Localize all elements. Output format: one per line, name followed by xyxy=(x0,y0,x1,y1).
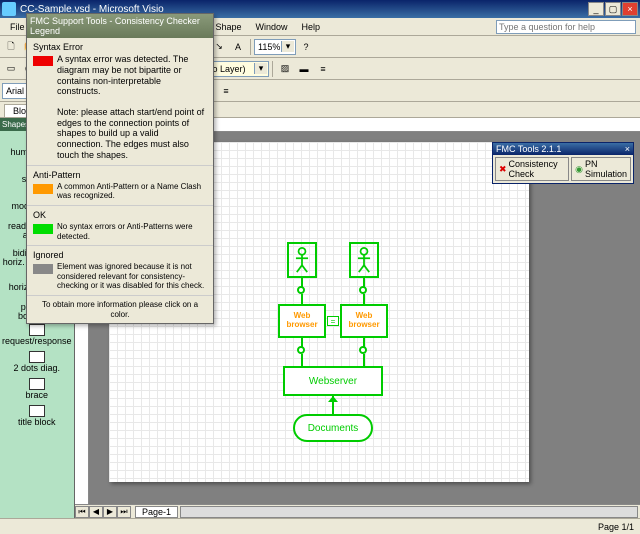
connector-dot[interactable] xyxy=(297,346,305,354)
antipattern-swatch[interactable] xyxy=(33,184,53,194)
actor-right[interactable] xyxy=(349,242,379,278)
minimize-button[interactable]: _ xyxy=(588,2,604,16)
syntax-error-swatch[interactable] xyxy=(33,56,53,66)
status-bar: Page 1/1 xyxy=(0,518,640,534)
connector[interactable] xyxy=(363,294,365,304)
connector[interactable] xyxy=(301,354,303,366)
line-weight[interactable]: ≡ xyxy=(314,60,332,78)
web-browser-left[interactable]: Web browser xyxy=(278,304,326,338)
menu-shape[interactable]: Shape xyxy=(209,21,247,33)
stencil-shape[interactable]: 2 dots diag. xyxy=(2,349,72,375)
documents-box[interactable]: Documents xyxy=(293,414,373,442)
arrow-up-icon xyxy=(328,396,338,402)
consistency-check-button[interactable]: ✖Consistency Check xyxy=(495,157,569,181)
menu-help[interactable]: Help xyxy=(295,21,326,33)
connector[interactable] xyxy=(301,294,303,304)
fmc-tools-close[interactable]: × xyxy=(625,144,630,154)
close-button[interactable]: × xyxy=(622,2,638,16)
new-button[interactable]: 🗋 xyxy=(2,38,20,56)
ok-swatch[interactable] xyxy=(33,224,53,234)
page-indicator: Page 1/1 xyxy=(598,522,634,532)
stencil-shape[interactable]: title block xyxy=(2,403,72,429)
equals-connector[interactable]: = xyxy=(327,316,339,326)
legend-footer: To obtain more information please click … xyxy=(33,300,207,319)
ok-label: OK xyxy=(33,210,207,220)
pn-simulation-button[interactable]: ◉PN Simulation xyxy=(571,157,631,181)
connector-dot[interactable] xyxy=(297,286,305,294)
consistency-legend-panel[interactable]: FMC Support Tools - Consistency Checker … xyxy=(26,13,214,324)
connector[interactable] xyxy=(363,354,365,366)
text-tool[interactable]: A xyxy=(229,38,247,56)
ignored-label: Ignored xyxy=(33,250,207,260)
help-search-input[interactable] xyxy=(496,20,636,34)
draw-rect[interactable]: ▭ xyxy=(2,60,20,78)
ignored-swatch[interactable] xyxy=(33,264,53,274)
fmc-tools-title: FMC Tools 2.1.1 xyxy=(496,144,561,154)
zoom-combo[interactable]: 115% xyxy=(254,39,296,55)
app-icon xyxy=(2,2,16,16)
menu-window[interactable]: Window xyxy=(249,21,293,33)
legend-title[interactable]: FMC Support Tools - Consistency Checker … xyxy=(27,14,213,38)
maximize-button[interactable]: ▢ xyxy=(605,2,621,16)
connector-dot[interactable] xyxy=(359,286,367,294)
antipattern-label: Anti-Pattern xyxy=(33,170,207,180)
webserver-box[interactable]: Webserver xyxy=(283,366,383,396)
syntax-error-label: Syntax Error xyxy=(33,42,207,52)
web-browser-right[interactable]: Web browser xyxy=(340,304,388,338)
align-right[interactable]: ≡ xyxy=(217,82,235,100)
line-color[interactable]: ▬ xyxy=(295,60,313,78)
actor-left[interactable] xyxy=(287,242,317,278)
stencil-shape[interactable]: brace xyxy=(2,376,72,402)
stencil-shape[interactable]: request/response xyxy=(2,322,72,348)
page-tabs-scrollbar: ⏮ ◀ ▶ ⏭ Page-1 xyxy=(75,504,640,518)
connector-dot[interactable] xyxy=(359,346,367,354)
help-button[interactable]: ? xyxy=(297,38,315,56)
fmc-tools-window[interactable]: FMC Tools 2.1.1 × ✖Consistency Check ◉PN … xyxy=(492,142,634,184)
fill-color[interactable]: ▨ xyxy=(276,60,294,78)
